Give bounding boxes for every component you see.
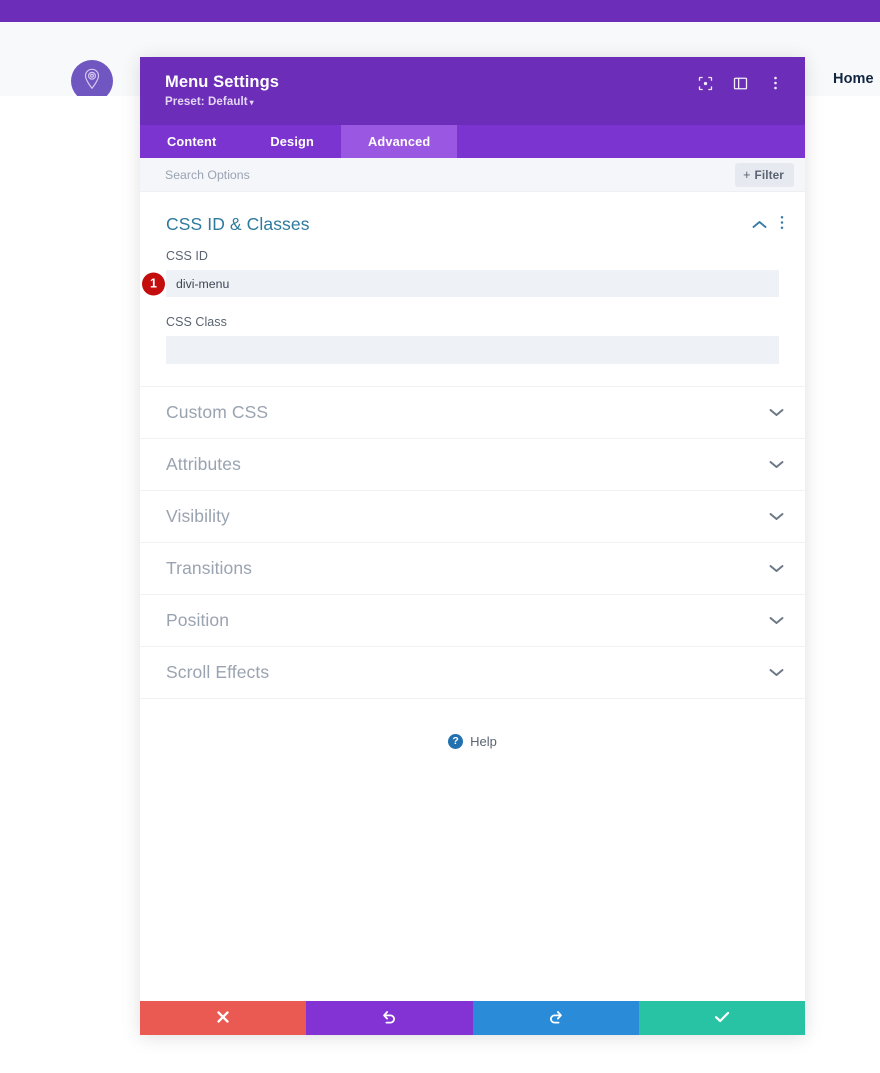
help-row[interactable]: ? Help — [140, 699, 805, 749]
more-vertical-icon[interactable] — [780, 215, 784, 235]
preset-selector[interactable]: Preset: Default ▾ — [165, 96, 783, 108]
modal-tabs: Content Design Advanced — [140, 125, 805, 158]
chevron-down-icon[interactable] — [769, 612, 784, 630]
section-title: Visibility — [166, 506, 230, 526]
css-id-input[interactable] — [166, 270, 779, 297]
section-title: Transitions — [166, 558, 253, 578]
section-row-attributes[interactable]: Attributes — [140, 439, 805, 491]
section-title: Scroll Effects — [166, 662, 270, 682]
tab-content[interactable]: Content — [140, 125, 243, 158]
modal-body: CSS ID & Classes CSS ID 1 divi-menu CSS … — [140, 192, 805, 1001]
field-label: CSS ID — [166, 249, 208, 263]
undo-button[interactable] — [306, 1001, 473, 1035]
section-title: CSS ID & Classes — [166, 214, 310, 234]
step-badge-1: 1 — [142, 272, 165, 295]
checkmark-icon — [714, 1010, 730, 1027]
section-row-scroll-effects[interactable]: Scroll Effects — [140, 647, 805, 699]
section-header[interactable]: CSS ID & Classes — [140, 192, 805, 249]
help-label: Help — [470, 734, 497, 749]
discard-button[interactable] — [140, 1001, 307, 1035]
undo-icon — [381, 1009, 397, 1028]
modal-header: Menu Settings Preset: Default ▾ — [140, 57, 805, 125]
modal-footer — [140, 1001, 805, 1035]
chevron-down-icon[interactable] — [769, 664, 784, 682]
question-circle-icon: ? — [448, 734, 464, 749]
css-class-input[interactable] — [166, 336, 779, 364]
section-row-position[interactable]: Position — [140, 595, 805, 647]
section-css-id-classes: CSS ID & Classes CSS ID 1 divi-menu CSS … — [140, 192, 805, 387]
field-css-id: CSS ID 1 — [140, 249, 805, 297]
filter-button-label: Filter — [754, 167, 784, 182]
section-row-transitions[interactable]: Transitions — [140, 543, 805, 595]
search-row: +Filter — [140, 158, 805, 192]
plus-icon: + — [743, 167, 751, 182]
chevron-down-icon[interactable] — [769, 560, 784, 578]
modal-title: Menu Settings — [165, 73, 280, 91]
map-pin-icon — [81, 67, 103, 96]
section-row-custom-css[interactable]: Custom CSS — [140, 387, 805, 439]
menu-settings-modal: Menu Settings Preset: Default ▾ Content … — [140, 57, 805, 1035]
chevron-down-icon[interactable] — [769, 508, 784, 526]
chevron-up-icon[interactable] — [752, 216, 767, 234]
search-input[interactable] — [165, 167, 736, 182]
redo-button[interactable] — [472, 1001, 639, 1035]
nav-item-home[interactable]: Home — [833, 71, 874, 87]
filter-button[interactable]: + Filter — [735, 162, 794, 187]
section-title: Attributes — [166, 454, 241, 474]
wp-admin-bar — [0, 0, 880, 22]
modal-header-icons — [697, 75, 783, 91]
close-x-icon — [216, 1010, 230, 1027]
tab-advanced[interactable]: Advanced — [340, 125, 458, 158]
split-panel-icon[interactable] — [732, 75, 748, 91]
redo-icon — [548, 1009, 564, 1028]
save-button[interactable] — [638, 1001, 805, 1035]
tab-design[interactable]: Design — [243, 125, 341, 158]
field-label: CSS Class — [166, 315, 227, 329]
more-vertical-icon[interactable] — [767, 75, 783, 91]
chevron-down-icon[interactable] — [769, 456, 784, 474]
focus-target-icon[interactable] — [697, 75, 713, 91]
preset-label: Preset: Default — [165, 96, 248, 108]
section-title: Custom CSS — [166, 402, 269, 422]
section-row-visibility[interactable]: Visibility — [140, 491, 805, 543]
chevron-down-icon[interactable] — [769, 404, 784, 422]
chevron-down-icon: ▾ — [249, 98, 254, 107]
section-title: Position — [166, 610, 230, 630]
field-css-class: CSS Class — [140, 315, 805, 364]
